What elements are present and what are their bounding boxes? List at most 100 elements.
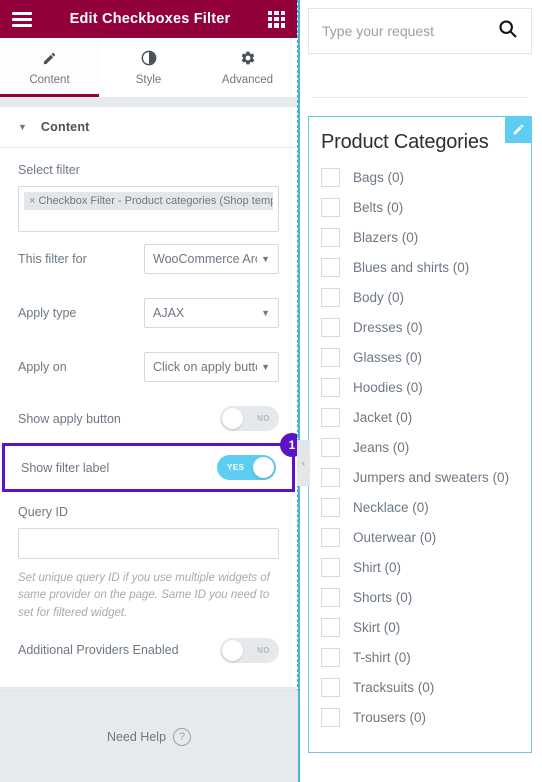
show-apply-button-state: NO: [257, 414, 270, 423]
checkbox-list-item[interactable]: Dresses (0): [321, 312, 519, 342]
this-filter-for-control: This filter for WooCommerce Arch ▼: [0, 232, 297, 286]
checkbox-list-item[interactable]: Outerwear (0): [321, 522, 519, 552]
checkbox-label: Necklace (0): [353, 499, 429, 515]
this-filter-for-select[interactable]: WooCommerce Arch ▼: [144, 244, 279, 274]
checkbox-input[interactable]: [321, 617, 340, 637]
query-id-control: Query ID: [0, 492, 297, 559]
checkbox-input[interactable]: [321, 167, 340, 187]
tag-remove-icon[interactable]: ×: [29, 195, 35, 207]
checkbox-label: Bags (0): [353, 169, 405, 185]
checkbox-label: Blues and shirts (0): [353, 259, 470, 275]
checkbox-list-item[interactable]: Tracksuits (0): [321, 672, 519, 702]
checkbox-list-item[interactable]: Hoodies (0): [321, 372, 519, 402]
chevron-down-icon: ▼: [261, 362, 270, 372]
checkbox-input[interactable]: [321, 287, 340, 307]
section-content-title: Content: [40, 120, 90, 134]
checkbox-list-item[interactable]: Skirt (0): [321, 612, 519, 642]
checkbox-label: Hoodies (0): [353, 379, 423, 395]
checkbox-input[interactable]: [321, 467, 340, 487]
checkbox-list-item[interactable]: Jacket (0): [321, 402, 519, 432]
contrast-circle-icon: [141, 50, 157, 67]
checkbox-label: Dresses (0): [353, 319, 423, 335]
select-filter-label: Select filter: [18, 163, 80, 177]
select-filter-control: Select filter × Checkbox Filter - Product…: [0, 148, 297, 232]
this-filter-for-label: This filter for: [18, 252, 87, 266]
checkbox-input[interactable]: [321, 227, 340, 247]
checkbox-list-item[interactable]: Shirt (0): [321, 552, 519, 582]
checkbox-label: T-shirt (0): [353, 649, 411, 665]
checkbox-list-item[interactable]: Belts (0): [321, 192, 519, 222]
checkbox-list-item[interactable]: Shorts (0): [321, 582, 519, 612]
checkbox-input[interactable]: [321, 197, 340, 217]
show-apply-button-toggle[interactable]: NO: [220, 406, 279, 431]
tab-style[interactable]: Style: [99, 38, 198, 97]
tab-advanced[interactable]: Advanced: [198, 38, 297, 97]
checkbox-list-item[interactable]: Blazers (0): [321, 222, 519, 252]
checkbox-list-item[interactable]: Necklace (0): [321, 492, 519, 522]
hamburger-icon[interactable]: [12, 11, 32, 27]
toggle-knob: [222, 639, 243, 661]
additional-providers-toggle[interactable]: NO: [220, 637, 279, 663]
query-id-label: Query ID: [18, 505, 69, 519]
preview-area: Type your request Product Categories Bag…: [297, 0, 542, 782]
step-badge: 1: [280, 433, 297, 457]
checkbox-label: Shirt (0): [353, 559, 402, 575]
show-filter-label-toggle[interactable]: YES: [217, 455, 276, 480]
toggle-knob: [253, 457, 274, 478]
checkbox-list-item[interactable]: Bags (0): [321, 162, 519, 192]
search-input-placeholder[interactable]: Type your request: [322, 23, 497, 39]
checkbox-label: Tracksuits (0): [353, 679, 435, 695]
checkbox-input[interactable]: [321, 647, 340, 667]
checkbox-list-item[interactable]: Jeans (0): [321, 432, 519, 462]
apply-on-select[interactable]: Click on apply buttor ▼: [144, 352, 279, 382]
apply-on-label: Apply on: [18, 360, 67, 374]
checkbox-input[interactable]: [321, 437, 340, 457]
section-divider: [0, 98, 297, 107]
search-widget[interactable]: Type your request: [308, 8, 532, 54]
checkbox-input[interactable]: [321, 257, 340, 277]
editor-panel: Edit Checkboxes Filter Content Style Adv…: [0, 0, 298, 782]
select-filter-tag[interactable]: × Checkbox Filter - Product categories (S…: [24, 192, 273, 210]
checkbox-input[interactable]: [321, 527, 340, 547]
question-mark-icon: ?: [173, 727, 192, 746]
panel-body: ▼ Content Select filter × Checkbox Filter…: [0, 98, 297, 782]
preview-divider: [312, 97, 528, 98]
search-icon[interactable]: [497, 18, 518, 44]
checkbox-list-item[interactable]: Trousers (0): [321, 702, 519, 732]
section-content-header[interactable]: ▼ Content: [0, 107, 297, 148]
widget-edit-icon[interactable]: [505, 116, 532, 143]
checkbox-list-item[interactable]: Body (0): [321, 282, 519, 312]
apply-type-select[interactable]: AJAX ▼: [144, 298, 279, 328]
app-screen: Edit Checkboxes Filter Content Style Adv…: [0, 0, 542, 782]
query-id-input[interactable]: [18, 528, 279, 559]
checkbox-label: Jeans (0): [353, 439, 410, 455]
checkbox-input[interactable]: [321, 377, 340, 397]
grid-icon[interactable]: [268, 10, 285, 28]
need-help-label: Need Help: [106, 729, 167, 744]
checkbox-list-item[interactable]: Jumpers and sweaters (0): [321, 462, 519, 492]
checkbox-input[interactable]: [321, 677, 340, 697]
toggle-knob: [222, 408, 243, 429]
additional-providers-control: Additional Providers Enabled NO: [0, 622, 297, 675]
checkbox-input[interactable]: [321, 707, 340, 727]
this-filter-for-value: WooCommerce Arch: [153, 252, 258, 266]
show-apply-button-label: Show apply button: [18, 411, 121, 426]
checkbox-label: Jumpers and sweaters (0): [353, 469, 510, 485]
checkbox-input[interactable]: [321, 347, 340, 367]
checkbox-label: Blazers (0): [353, 229, 419, 245]
checkbox-input[interactable]: [321, 587, 340, 607]
checkbox-input[interactable]: [321, 407, 340, 427]
checkbox-input[interactable]: [321, 497, 340, 517]
preview-collapse-handle[interactable]: ‹: [297, 440, 310, 486]
checkbox-list-item[interactable]: T-shirt (0): [321, 642, 519, 672]
checkbox-list-item[interactable]: Blues and shirts (0): [321, 252, 519, 282]
tab-style-label: Style: [135, 73, 162, 86]
panel-tabs: Content Style Advanced: [0, 38, 297, 98]
checkbox-input[interactable]: [321, 317, 340, 337]
need-help-button[interactable]: Need Help ?: [0, 690, 298, 782]
tab-content[interactable]: Content: [0, 38, 99, 97]
select-filter-input[interactable]: × Checkbox Filter - Product categories (S…: [18, 186, 279, 232]
checkbox-list-item[interactable]: Glasses (0): [321, 342, 519, 372]
checkbox-input[interactable]: [321, 557, 340, 577]
additional-providers-state: NO: [257, 645, 270, 655]
